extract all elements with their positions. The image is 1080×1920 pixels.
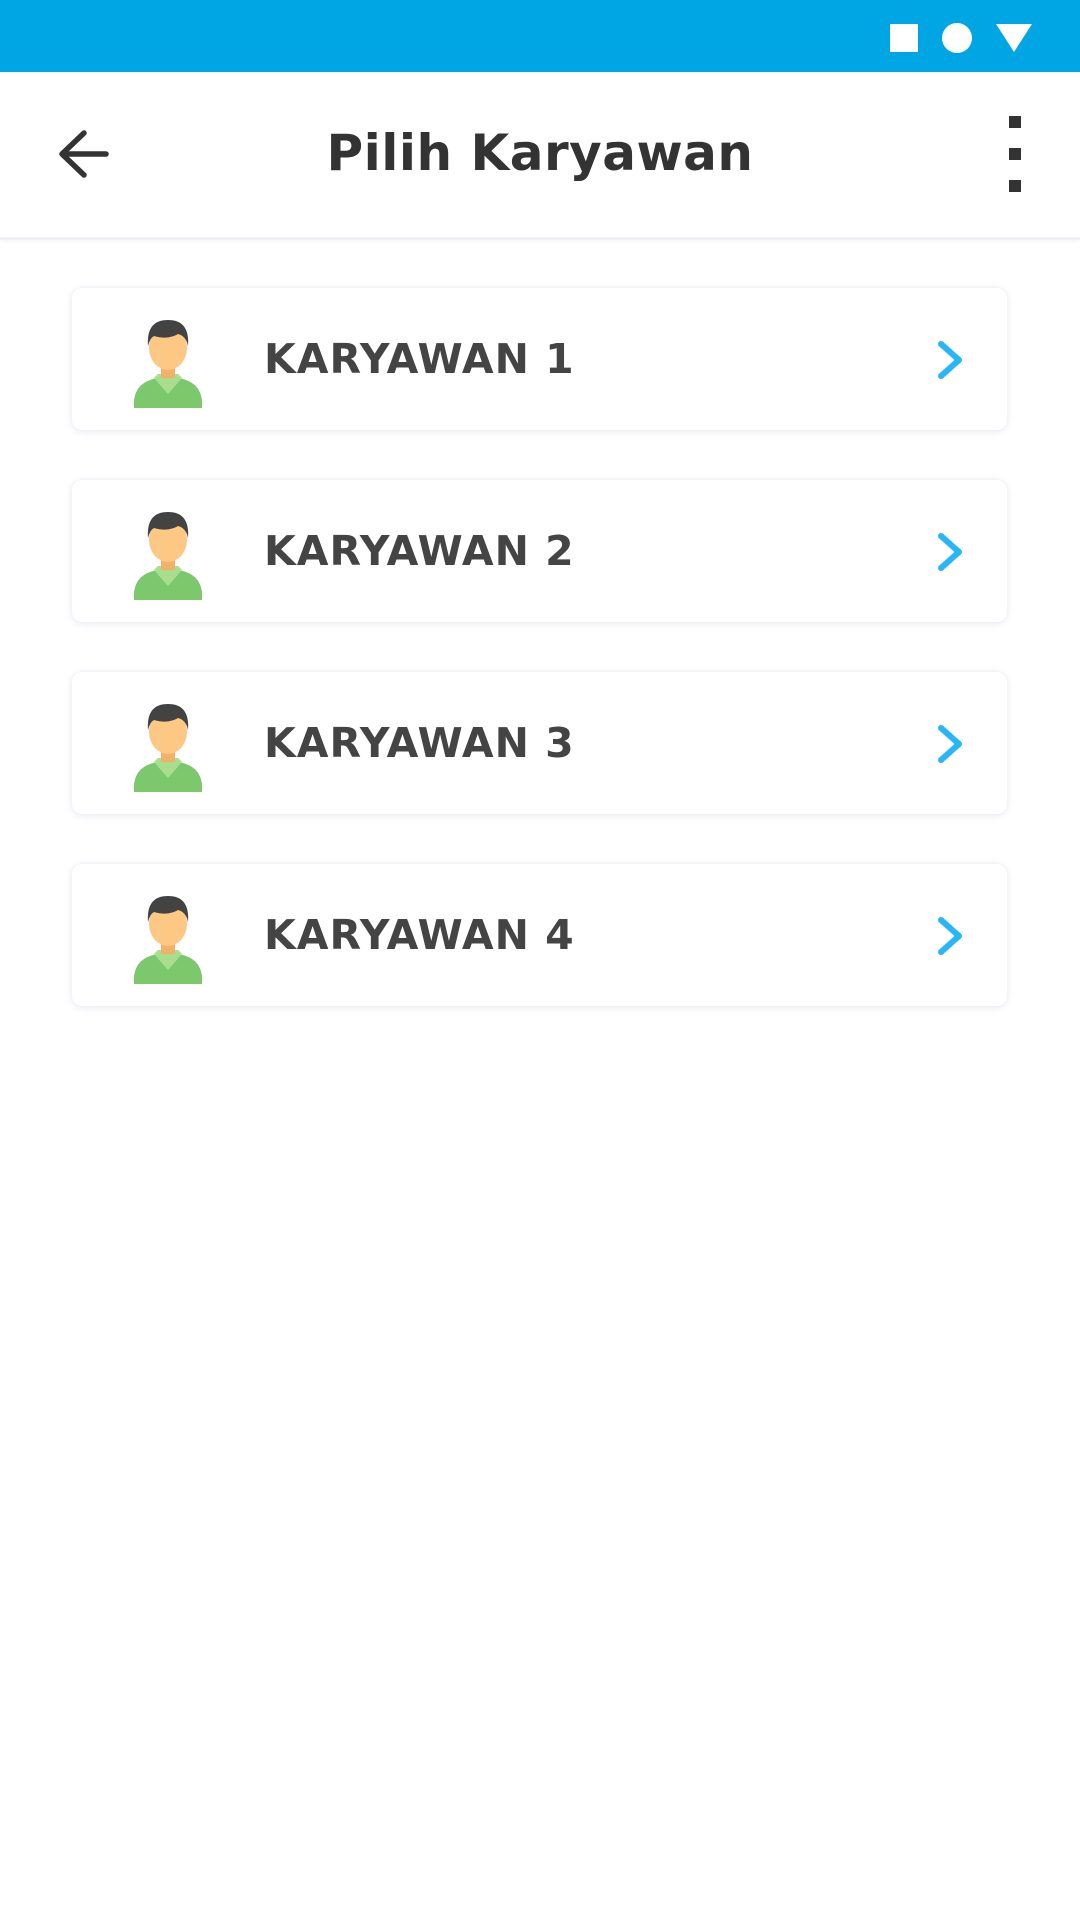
person-avatar-icon [133, 896, 203, 984]
employee-name: KARYAWAN 1 [264, 335, 575, 383]
chevron-right-icon [938, 533, 962, 571]
chevron-right-icon [938, 341, 962, 379]
menu-dot [1009, 116, 1021, 128]
menu-dot [1009, 148, 1021, 160]
employee-name: KARYAWAN 4 [264, 911, 575, 959]
status-icons [890, 22, 1032, 54]
employee-card-3[interactable]: KARYAWAN 3 [72, 672, 1007, 814]
triangle-icon [996, 24, 1032, 52]
square-icon [890, 24, 918, 52]
person-avatar-icon [133, 320, 203, 408]
employee-list: KARYAWAN 1 KARYAWAN 2 KARYAWAN 3 KARYAWA… [72, 288, 1007, 1056]
menu-dot [1009, 180, 1021, 192]
employee-card-1[interactable]: KARYAWAN 1 [72, 288, 1007, 430]
page-title: Pilih Karyawan [326, 124, 754, 182]
more-options-button[interactable] [990, 116, 1040, 192]
app-bar: Pilih Karyawan [0, 72, 1080, 240]
chevron-right-icon [938, 917, 962, 955]
employee-name: KARYAWAN 2 [264, 527, 575, 575]
employee-name: KARYAWAN 3 [264, 719, 575, 767]
status-bar [0, 0, 1080, 72]
circle-icon [942, 23, 972, 53]
chevron-right-icon [938, 725, 962, 763]
person-avatar-icon [133, 512, 203, 600]
person-avatar-icon [133, 704, 203, 792]
employee-card-2[interactable]: KARYAWAN 2 [72, 480, 1007, 622]
employee-card-4[interactable]: KARYAWAN 4 [72, 864, 1007, 1006]
